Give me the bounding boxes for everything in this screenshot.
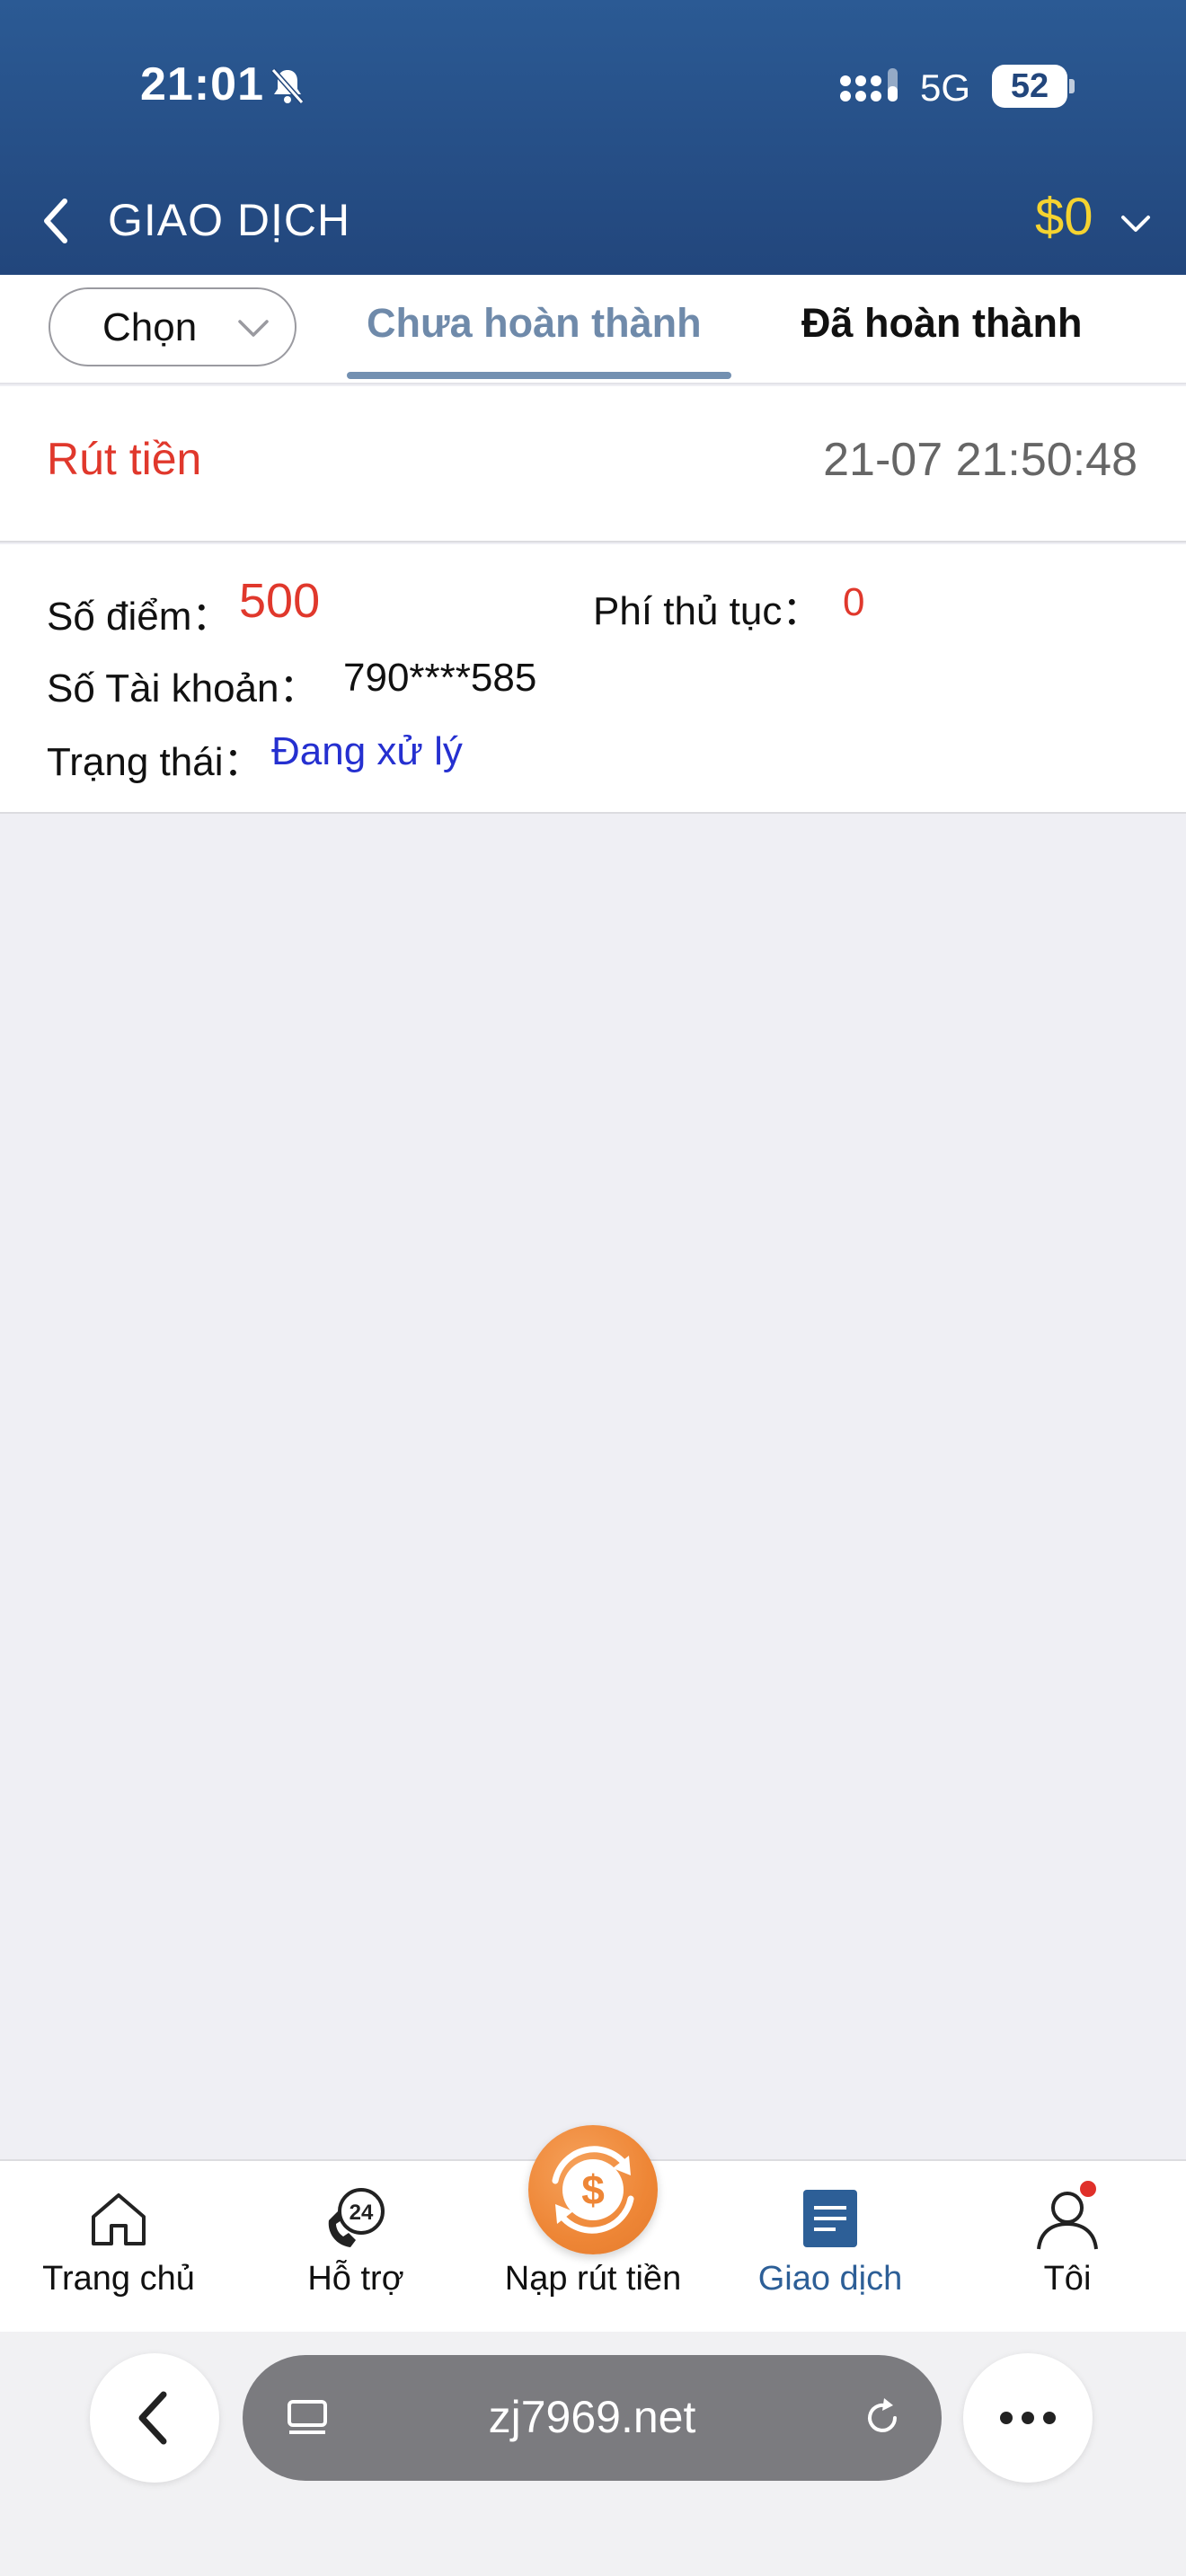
active-tab-indicator xyxy=(347,372,731,379)
url-text: zj7969.net xyxy=(488,2392,696,2442)
nav-transactions-label: Giao dịch xyxy=(757,2260,903,2298)
svg-text:$: $ xyxy=(581,2166,605,2213)
tab-pending[interactable]: Chưa hoàn thành xyxy=(367,300,702,347)
points-value: 500 xyxy=(239,574,321,628)
nav-deposit-withdraw[interactable]: $ Nạp rút tiền xyxy=(474,2125,712,2333)
account-value: 790****585 xyxy=(343,656,537,700)
transactions-icon xyxy=(803,2190,857,2247)
status-value: Đang xử lý xyxy=(271,729,463,773)
url-bar[interactable]: zj7969.net xyxy=(243,2355,942,2481)
chevron-down-icon xyxy=(238,320,269,337)
browser-more-button[interactable] xyxy=(963,2353,1093,2483)
top-bar: 21:01 5G 52 GIAO DỊCH $0 xyxy=(0,0,1186,275)
nav-home[interactable]: Trang chủ xyxy=(0,2161,237,2333)
battery-indicator: 52 xyxy=(992,65,1075,108)
notification-dot xyxy=(1078,2179,1098,2199)
deposit-withdraw-button[interactable]: $ xyxy=(528,2125,658,2254)
battery-level: 52 xyxy=(1010,67,1049,105)
nav-support-label: Hỗ trợ xyxy=(307,2260,404,2298)
transaction-details: Số điểm： 500 Phí thủ tục： 0 Số Tài khoản… xyxy=(0,544,1186,814)
fee-label: Phí thủ tục： xyxy=(593,589,822,633)
nav-support[interactable]: 24 Hỗ trợ xyxy=(237,2161,474,2333)
transaction-type: Rút tiền xyxy=(47,434,202,484)
svg-text:24: 24 xyxy=(350,2201,374,2225)
tab-bar: Chọn Chưa hoàn thành Đã hoàn thành xyxy=(0,275,1186,384)
signal-icon xyxy=(840,68,898,101)
nav-transactions[interactable]: Giao dịch xyxy=(712,2161,949,2333)
chevron-down-icon[interactable] xyxy=(1120,210,1152,237)
support-24-icon: 24 xyxy=(328,2188,385,2247)
nav-home-label: Trang chủ xyxy=(42,2260,195,2298)
nav-profile[interactable]: Tôi xyxy=(949,2161,1186,2333)
nav-profile-label: Tôi xyxy=(1043,2260,1092,2298)
filter-select-label: Chọn xyxy=(102,305,198,349)
transaction-datetime: 21-07 21:50:48 xyxy=(823,434,1137,486)
transaction-header[interactable]: Rút tiền 21-07 21:50:48 xyxy=(0,386,1186,543)
app-header: GIAO DỊCH $0 xyxy=(0,167,1186,275)
balance-value[interactable]: $0 xyxy=(1035,187,1093,247)
filter-select[interactable]: Chọn xyxy=(49,287,296,366)
back-icon[interactable] xyxy=(38,194,74,248)
nav-deposit-withdraw-label: Nạp rút tiền xyxy=(504,2260,682,2298)
reload-icon[interactable] xyxy=(859,2395,906,2441)
back-icon xyxy=(138,2391,167,2445)
home-icon xyxy=(92,2193,146,2245)
status-time: 21:01 xyxy=(140,58,264,110)
deposit-withdraw-icon: $ xyxy=(552,2146,634,2234)
bottom-nav: Trang chủ 24 Hỗ trợ $ Nạp rút tiền Giao … xyxy=(0,2125,1186,2333)
fee-value: 0 xyxy=(843,580,865,624)
page-title: GIAO DỊCH xyxy=(108,195,351,245)
browser-back-button[interactable] xyxy=(90,2353,219,2483)
tab-completed[interactable]: Đã hoàn thành xyxy=(801,300,1083,347)
more-dots-icon xyxy=(1000,2412,1056,2424)
points-label: Số điểm： xyxy=(47,595,232,639)
account-label: Số Tài khoản： xyxy=(47,666,319,710)
network-label: 5G xyxy=(920,66,971,109)
browser-toolbar: zj7969.net xyxy=(0,2332,1186,2576)
status-label: Trạng thái： xyxy=(47,740,263,784)
bell-muted-icon xyxy=(270,68,305,104)
